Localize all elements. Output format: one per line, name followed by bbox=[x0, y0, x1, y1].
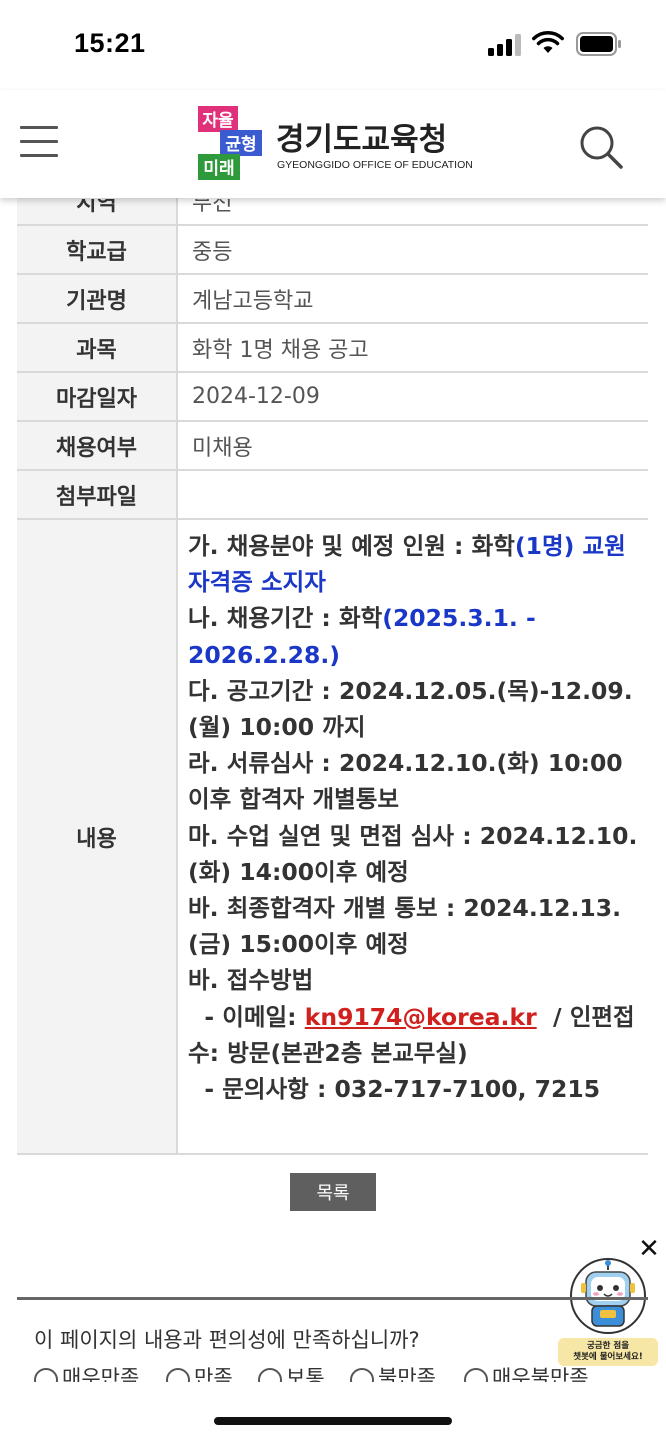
job-detail-table: 지역 부천 학교급 중등 기관명 계남고등학교 과목 화학 1명 채용 공고 마… bbox=[17, 198, 648, 1155]
content-line: 라. 서류심사 : 2024.12.10.(화) 10:00 이후 합격자 개별… bbox=[188, 749, 623, 814]
survey-divider bbox=[17, 1297, 648, 1300]
content-line: 가. 채용분야 및 예정 인원 : 화학(1명) 교원자격증 소지자 bbox=[188, 532, 626, 597]
table-row-content: 내용 가. 채용분야 및 예정 인원 : 화학(1명) 교원자격증 소지자 나.… bbox=[17, 519, 648, 1155]
svg-text:균형: 균형 bbox=[225, 134, 256, 155]
content-body: 가. 채용분야 및 예정 인원 : 화학(1명) 교원자격증 소지자 나. 채용… bbox=[177, 519, 648, 1155]
radio-icon[interactable] bbox=[258, 1368, 282, 1382]
table-row: 지역 부천 bbox=[17, 198, 648, 226]
search-icon[interactable] bbox=[578, 124, 624, 170]
row-label-content: 내용 bbox=[17, 519, 178, 1155]
svg-text:자율: 자율 bbox=[202, 111, 234, 131]
status-time: 15:21 bbox=[74, 28, 146, 58]
gyeonggi-education-logo[interactable]: 자율 균형 미래 경기도교육청 GYEONGGIDO OFFICE OF EDU… bbox=[196, 104, 486, 184]
content-line: 바. 접수방법 bbox=[188, 966, 314, 995]
radio-icon[interactable] bbox=[464, 1368, 488, 1382]
radio-icon[interactable] bbox=[350, 1368, 374, 1382]
table-row: 학교급 중등 bbox=[17, 225, 648, 275]
row-value-hiring-status: 미채용 bbox=[177, 421, 648, 471]
site-header: 자율 균형 미래 경기도교육청 GYEONGGIDO OFFICE OF EDU… bbox=[0, 90, 666, 198]
status-bar: 15:21 bbox=[0, 0, 666, 90]
row-value: 부천 bbox=[177, 198, 648, 226]
cellular-signal-icon bbox=[488, 34, 521, 56]
row-label: 지역 bbox=[17, 198, 178, 226]
svg-text:GYEONGGIDO OFFICE OF EDUCATION: GYEONGGIDO OFFICE OF EDUCATION bbox=[277, 159, 473, 171]
home-bar-area bbox=[0, 1382, 666, 1440]
svg-text:경기도교육청: 경기도교육청 bbox=[276, 122, 447, 158]
svg-text:미래: 미래 bbox=[203, 159, 234, 179]
home-indicator[interactable] bbox=[214, 1417, 452, 1425]
row-label-institution: 기관명 bbox=[17, 274, 178, 324]
survey-question: 이 페이지의 내용과 편의성에 만족하십니까? bbox=[34, 1328, 420, 1352]
row-value-deadline: 2024-12-09 bbox=[177, 372, 648, 422]
content-line: - 이메일: kn9174@korea.kr / 인편접수: 방문(본관2층 본… bbox=[188, 1002, 635, 1067]
row-label-subject: 과목 bbox=[17, 323, 178, 373]
content-line: 마. 수업 실연 및 면접 심사 : 2024.12.10.(화) 14:00이… bbox=[188, 821, 638, 886]
radio-icon[interactable] bbox=[34, 1368, 58, 1382]
hamburger-menu-icon[interactable] bbox=[20, 126, 58, 160]
survey-option-very-satisfied[interactable]: 매우만족 bbox=[34, 1362, 139, 1382]
radio-icon[interactable] bbox=[166, 1368, 190, 1382]
table-row: 첨부파일 bbox=[17, 470, 648, 520]
survey-option-very-dissatisfied[interactable]: 매우불만족 bbox=[464, 1362, 589, 1382]
table-row: 마감일자 2024-12-09 bbox=[17, 372, 648, 422]
row-value-school-level: 중등 bbox=[177, 225, 648, 275]
content-line: - 문의사항 : 032-717-7100, 7215 bbox=[188, 1075, 601, 1104]
survey-option-neutral[interactable]: 보통 bbox=[258, 1362, 325, 1382]
content-line: 다. 공고기간 : 2024.12.05.(목)-12.09.(월) 10:00… bbox=[188, 676, 633, 742]
row-value-attachment bbox=[177, 470, 648, 520]
survey-options: 매우만족 만족 보통 불만족 매우불만족 bbox=[34, 1362, 654, 1382]
table-row: 기관명 계남고등학교 bbox=[17, 274, 648, 324]
row-label-attachment: 첨부파일 bbox=[17, 470, 178, 520]
email-link[interactable]: kn9174@korea.kr bbox=[305, 1003, 537, 1031]
survey-option-dissatisfied[interactable]: 불만족 bbox=[350, 1362, 436, 1382]
row-label-deadline: 마감일자 bbox=[17, 372, 178, 422]
row-value-subject: 화학 1명 채용 공고 bbox=[177, 323, 648, 373]
content-line: 나. 채용기간 : 화학(2025.3.1. - 2026.2.28.) bbox=[188, 604, 536, 669]
survey-option-satisfied[interactable]: 만족 bbox=[166, 1362, 233, 1382]
battery-icon bbox=[576, 32, 621, 56]
row-label-school-level: 학교급 bbox=[17, 225, 178, 275]
list-button[interactable]: 목록 bbox=[290, 1173, 376, 1211]
chatbot-widget[interactable]: 궁금한 점을 챗봇에 물어보세요! bbox=[556, 1258, 660, 1370]
table-row: 과목 화학 1명 채용 공고 bbox=[17, 323, 648, 373]
wifi-icon bbox=[532, 31, 564, 53]
row-label-hiring-status: 채용여부 bbox=[17, 421, 178, 471]
content-line: 바. 최종합격자 개별 통보 : 2024.12.13.(금) 15:00이후 … bbox=[188, 894, 622, 959]
row-value-institution: 계남고등학교 bbox=[177, 274, 648, 324]
table-row: 채용여부 미채용 bbox=[17, 421, 648, 471]
